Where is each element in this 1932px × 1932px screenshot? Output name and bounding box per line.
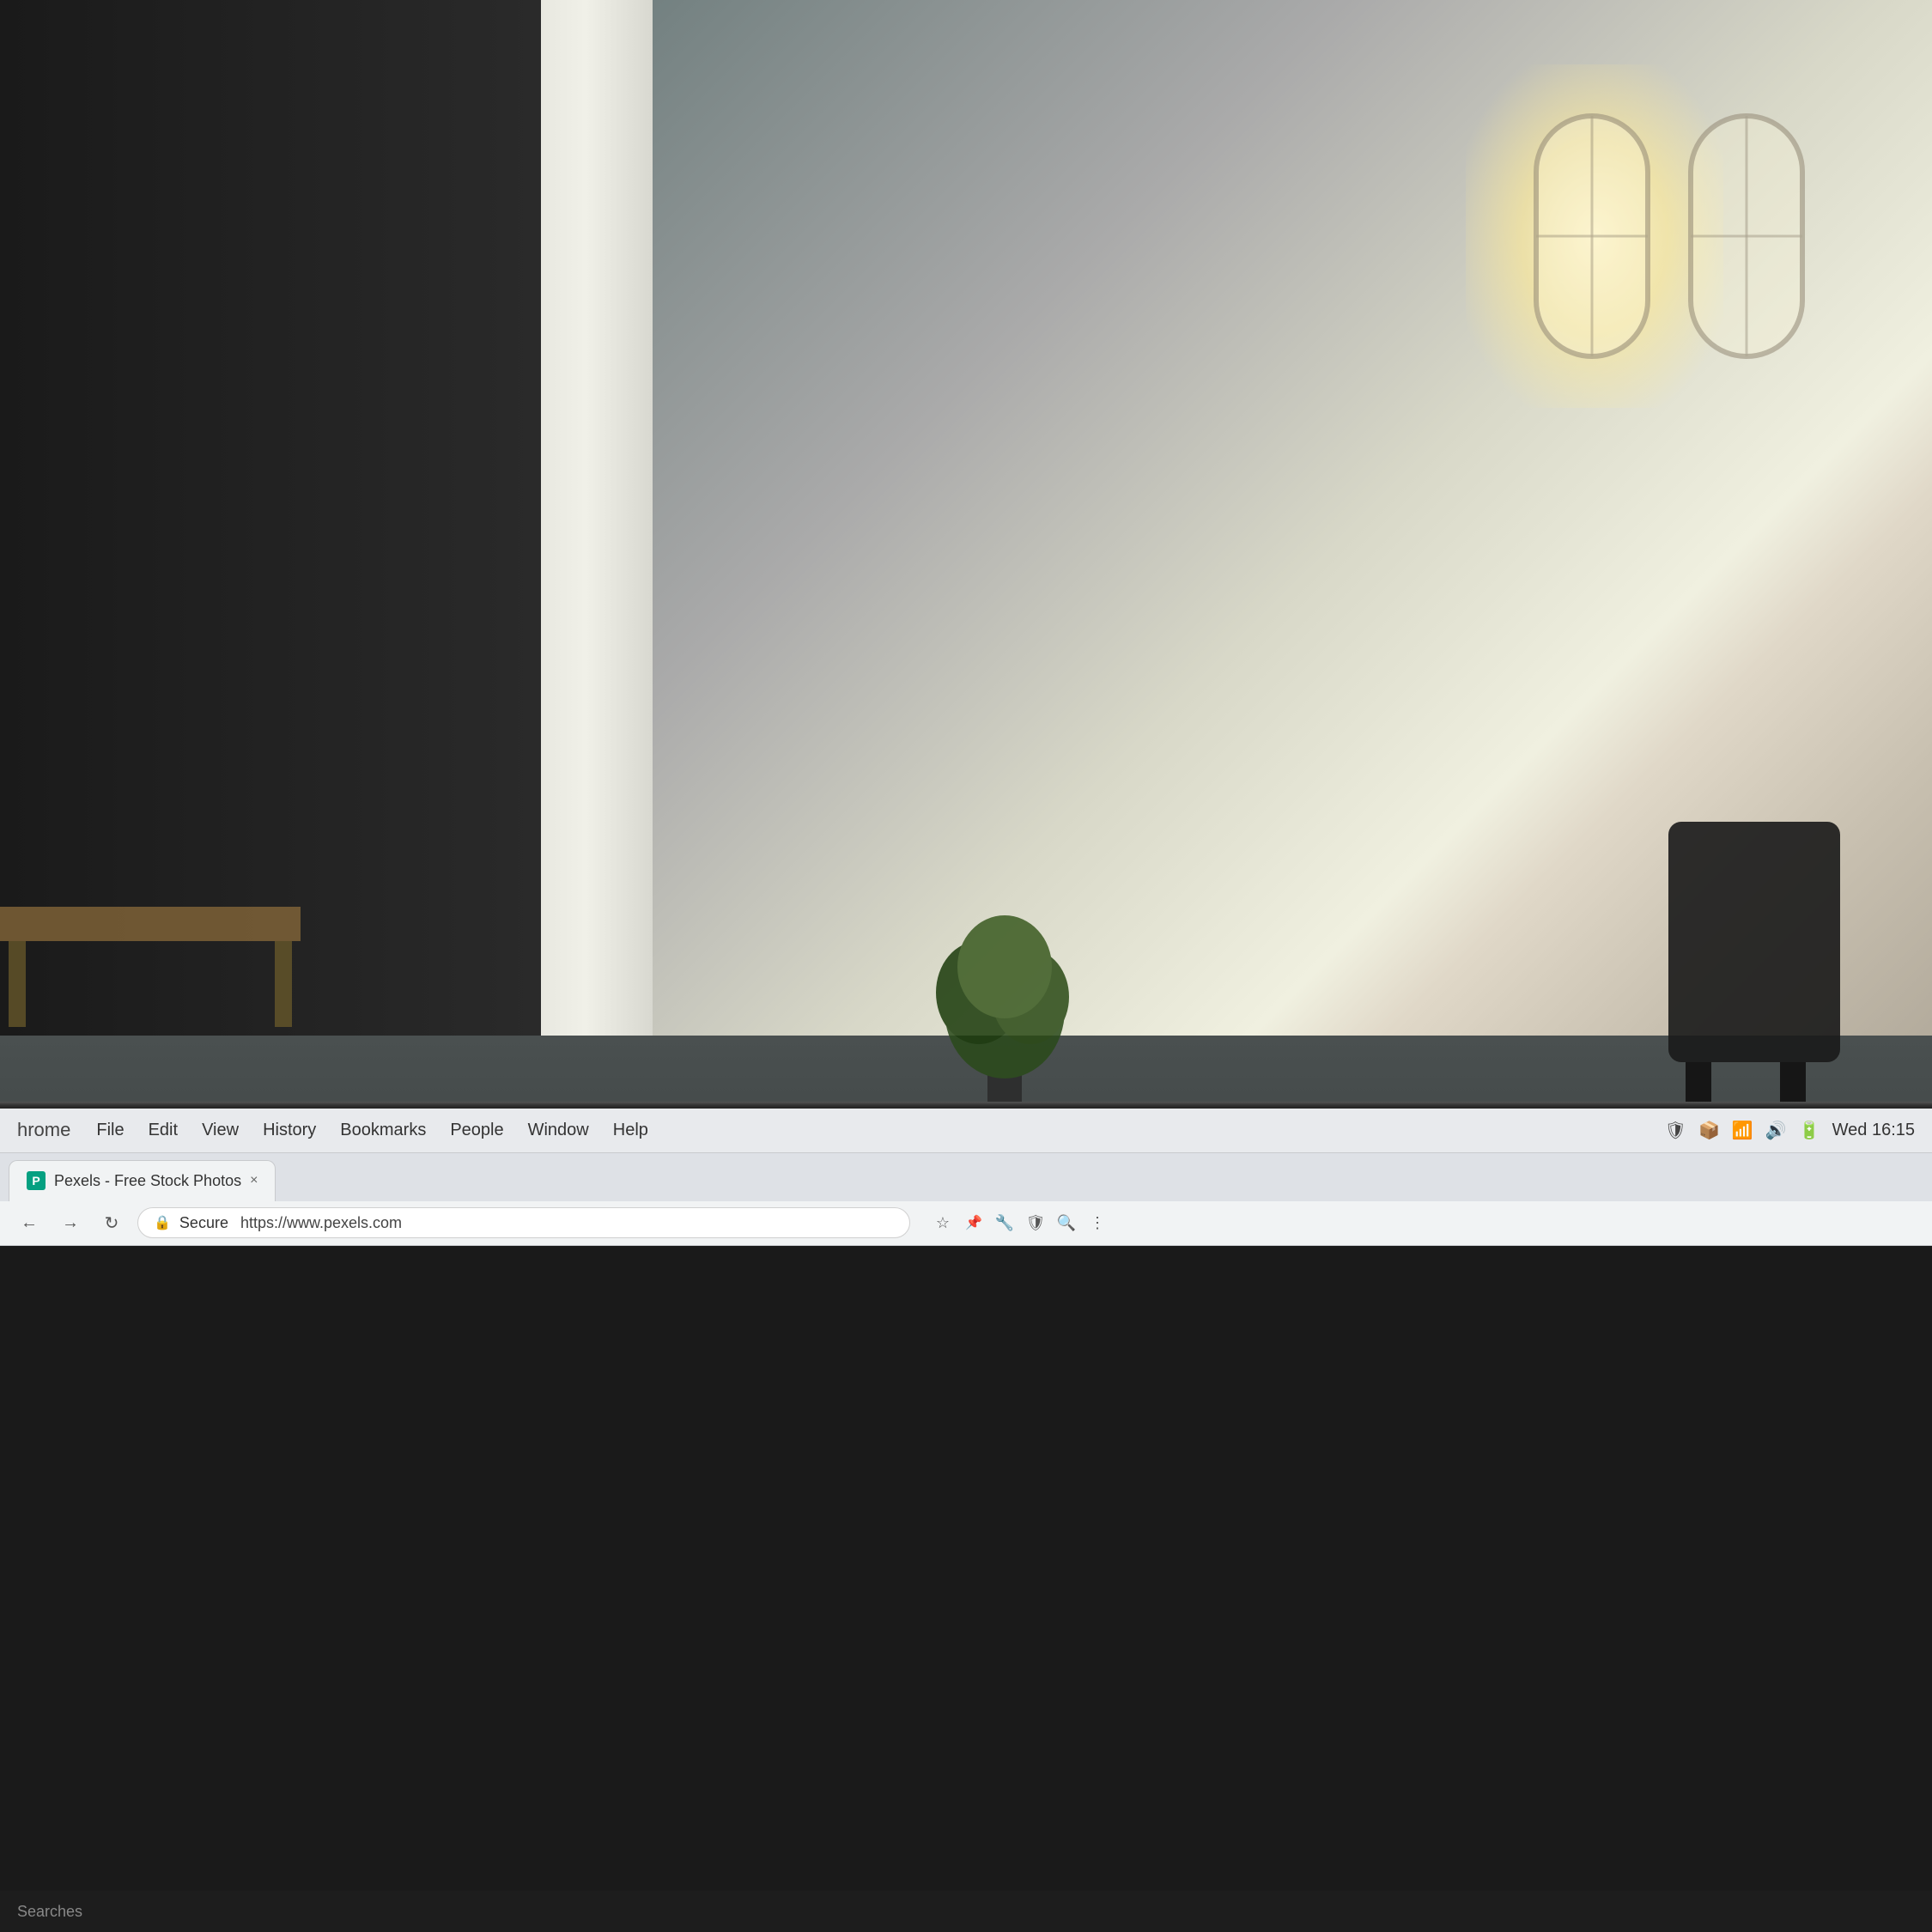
bookmark-star-icon[interactable]: ☆ xyxy=(929,1209,957,1236)
menu-view[interactable]: View xyxy=(202,1121,239,1140)
secure-lock-icon: 🔒 xyxy=(154,1214,171,1231)
menu-edit[interactable]: Edit xyxy=(149,1121,178,1140)
chrome-browser: hrome File Edit View History Bookmarks P… xyxy=(0,1109,1932,1246)
tab-title: Pexels - Free Stock Photos xyxy=(54,1172,241,1190)
menu-help[interactable]: Help xyxy=(613,1121,648,1140)
office-background xyxy=(0,0,1932,1295)
extension-icon-2[interactable]: 🛡 xyxy=(1022,1209,1049,1236)
back-button[interactable]: ← xyxy=(14,1207,45,1238)
wifi-icon: 📶 xyxy=(1732,1120,1753,1141)
volume-icon: 🔊 xyxy=(1765,1120,1787,1141)
pinterest-icon[interactable]: 📌 xyxy=(960,1209,987,1236)
address-url: https://www.pexels.com xyxy=(240,1214,402,1232)
back-icon: ← xyxy=(21,1213,38,1233)
extension-icons-area: ☆ 📌 🔧 🛡 🔍 ⋮ xyxy=(929,1209,1111,1236)
table xyxy=(0,907,301,1036)
forward-icon: → xyxy=(62,1213,79,1233)
address-bar-field[interactable]: 🔒 Secure https://www.pexels.com xyxy=(137,1207,910,1238)
refresh-icon: ↻ xyxy=(105,1212,119,1234)
chrome-app-name: hrome xyxy=(17,1119,70,1141)
extension-icon-3[interactable]: 🔍 xyxy=(1053,1209,1080,1236)
taskbar: Searches xyxy=(0,1891,1932,1932)
tab-favicon: P xyxy=(27,1171,46,1190)
monitor-area: hrome File Edit View History Bookmarks P… xyxy=(0,1102,1932,1932)
chrome-menu-bar: hrome File Edit View History Bookmarks P… xyxy=(0,1109,1932,1153)
menu-file[interactable]: File xyxy=(96,1121,124,1140)
windows-svg xyxy=(1519,64,1862,494)
menu-bookmarks[interactable]: Bookmarks xyxy=(340,1121,426,1140)
battery-icon: 🔋 xyxy=(1799,1120,1820,1141)
menu-window[interactable]: Window xyxy=(528,1121,589,1140)
system-time: Wed 16:15 xyxy=(1832,1121,1915,1140)
monitor-border xyxy=(0,1102,1932,1109)
more-options-icon[interactable]: ⋮ xyxy=(1084,1209,1111,1236)
menu-history[interactable]: History xyxy=(263,1121,316,1140)
shield-icon: 🛡 xyxy=(1665,1120,1686,1141)
refresh-button[interactable]: ↻ xyxy=(96,1207,127,1238)
chrome-tab-bar: P Pexels - Free Stock Photos × xyxy=(0,1153,1932,1201)
chrome-menu-items: File Edit View History Bookmarks People … xyxy=(96,1121,648,1140)
secure-label: Secure xyxy=(179,1214,228,1232)
tab-close-button[interactable]: × xyxy=(250,1173,258,1188)
chrome-address-bar: ← → ↻ 🔒 Secure https://www.pexels.com ☆ … xyxy=(0,1201,1932,1246)
chrome-tab-pexels[interactable]: P Pexels - Free Stock Photos × xyxy=(9,1160,276,1201)
chrome-system-bar: 🛡 📦 📶 🔊 🔋 Wed 16:15 xyxy=(1665,1109,1915,1153)
extension-icon-1[interactable]: 🔧 xyxy=(991,1209,1018,1236)
plant xyxy=(927,872,1082,1113)
taskbar-text: Searches xyxy=(17,1903,82,1921)
dropbox-icon: 📦 xyxy=(1698,1120,1720,1141)
menu-people[interactable]: People xyxy=(450,1121,503,1140)
forward-button[interactable]: → xyxy=(55,1207,86,1238)
